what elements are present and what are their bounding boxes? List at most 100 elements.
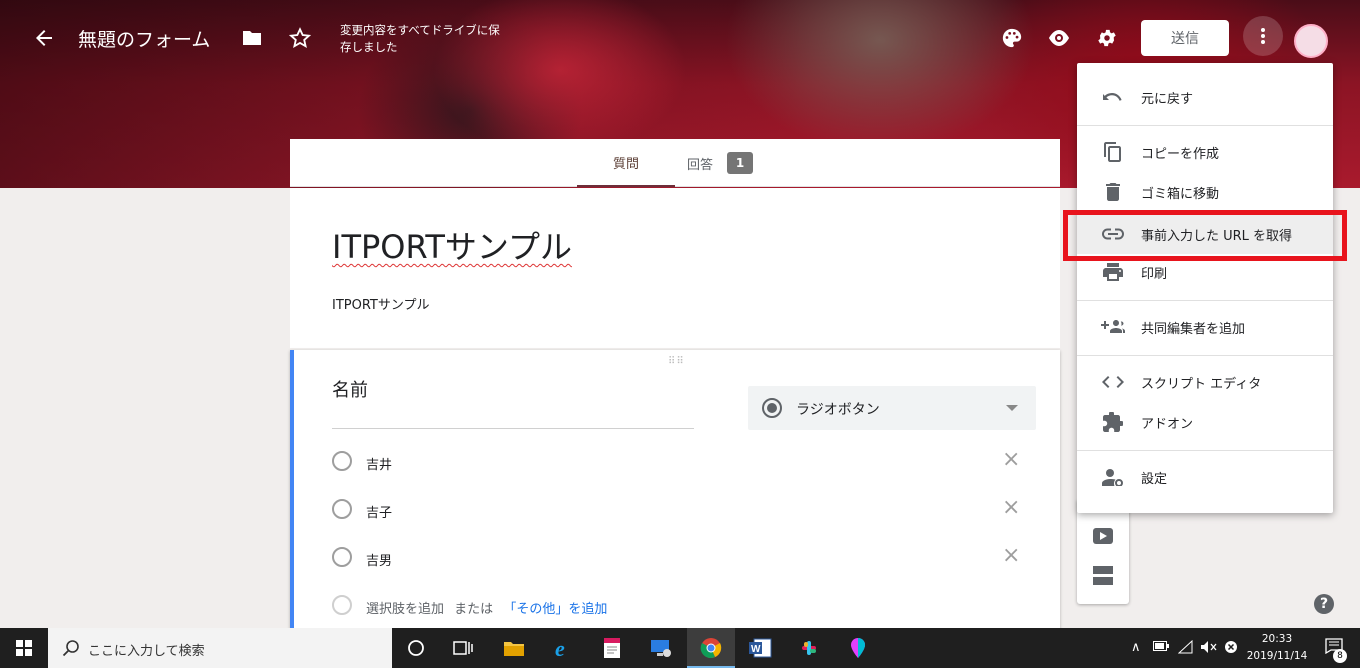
- form-title[interactable]: 無題のフォーム: [78, 25, 210, 52]
- clock-time[interactable]: 20:33: [1248, 633, 1306, 645]
- settings-gear-icon[interactable]: [1093, 24, 1121, 52]
- close-circle-icon[interactable]: [1224, 640, 1238, 658]
- question-title-underline: [332, 428, 694, 429]
- notes-app-icon[interactable]: [600, 636, 624, 660]
- menu-item-label: ゴミ箱に移動: [1141, 186, 1220, 202]
- save-status: 変更内容をすべてドライブに保存しました: [340, 23, 500, 54]
- avatar[interactable]: [1294, 24, 1328, 58]
- option-label[interactable]: 吉男: [366, 550, 392, 569]
- more-options-button[interactable]: [1243, 16, 1283, 56]
- volume-muted-icon[interactable]: [1200, 640, 1218, 658]
- menu-item-label: 共同編集者を追加: [1141, 321, 1246, 337]
- menu-divider: [1077, 125, 1333, 126]
- menu-divider: [1077, 355, 1333, 356]
- side-toolbar: [1077, 500, 1129, 604]
- menu-item-copy[interactable]: コピーを作成: [1077, 132, 1333, 172]
- question-type-select[interactable]: ラジオボタン: [748, 386, 1036, 430]
- menu-item-addons[interactable]: アドオン: [1077, 402, 1333, 442]
- option-row: 吉井 ×: [332, 449, 1032, 475]
- battery-icon[interactable]: [1153, 640, 1169, 655]
- back-arrow-icon[interactable]: [30, 24, 58, 52]
- remove-option-icon[interactable]: ×: [1002, 449, 1020, 471]
- question-type-label: ラジオボタン: [796, 402, 880, 418]
- or-text: または: [454, 602, 494, 617]
- star-icon[interactable]: [286, 24, 314, 52]
- windows-logo-icon: [16, 640, 32, 656]
- form-title-text: ITPORTサンプル: [332, 228, 572, 266]
- word-icon[interactable]: W: [748, 636, 772, 660]
- copy-icon: [1101, 140, 1125, 164]
- undo-icon: [1101, 85, 1125, 109]
- tab-questions[interactable]: 質問: [577, 139, 675, 187]
- code-icon: [1101, 370, 1125, 394]
- folder-icon[interactable]: [238, 24, 266, 52]
- radio-type-icon: [762, 398, 782, 418]
- annotation-highlight-box: [1063, 210, 1347, 261]
- help-icon[interactable]: ?: [1314, 594, 1334, 614]
- svg-text:W: W: [751, 644, 761, 655]
- file-explorer-icon[interactable]: [502, 636, 526, 660]
- palette-icon[interactable]: [998, 24, 1026, 52]
- chevron-up-icon[interactable]: ∧: [1131, 640, 1141, 655]
- form-description-field[interactable]: ITPORTサンプル: [332, 294, 430, 313]
- tab-questions-label: 質問: [612, 156, 639, 172]
- menu-item-label: アドオン: [1141, 416, 1194, 432]
- menu-divider: [1077, 300, 1333, 301]
- svg-text:e: e: [555, 637, 565, 659]
- menu-item-script-editor[interactable]: スクリプト エディタ: [1077, 362, 1333, 402]
- preview-eye-icon[interactable]: [1045, 24, 1073, 52]
- menu-divider: [1077, 450, 1333, 451]
- question-title-input[interactable]: 名前: [332, 376, 368, 402]
- maps-pin-icon[interactable]: [846, 636, 870, 660]
- add-video-icon[interactable]: [1093, 528, 1113, 544]
- puzzle-icon: [1101, 410, 1125, 434]
- slack-icon[interactable]: [797, 636, 821, 660]
- wifi-icon[interactable]: [1177, 639, 1194, 658]
- option-label[interactable]: 吉子: [366, 502, 392, 521]
- form-description-text: ITPORTサンプル: [332, 298, 430, 313]
- send-button[interactable]: 送信: [1141, 20, 1229, 56]
- add-other-link[interactable]: 「その他」を追加: [503, 602, 607, 617]
- menu-item-undo[interactable]: 元に戻す: [1077, 77, 1333, 117]
- trash-icon: [1101, 180, 1125, 204]
- option-row: 吉子 ×: [332, 497, 1032, 523]
- option-radio-icon: [332, 547, 352, 567]
- tab-responses[interactable]: 回答 1: [675, 139, 765, 187]
- print-icon: [1101, 260, 1125, 284]
- add-option-link[interactable]: 選択肢を追加: [366, 602, 444, 617]
- more-vert-icon: [1261, 28, 1265, 44]
- option-label[interactable]: 吉井: [366, 454, 392, 473]
- tab-responses-label: 回答: [686, 157, 713, 173]
- menu-item-label: コピーを作成: [1141, 146, 1220, 162]
- add-option-row: 選択肢を追加 または 「その他」を追加: [332, 595, 1032, 619]
- remote-desktop-icon[interactable]: [649, 636, 673, 660]
- internet-explorer-icon[interactable]: e: [552, 636, 576, 660]
- menu-item-trash[interactable]: ゴミ箱に移動: [1077, 172, 1333, 212]
- remove-option-icon[interactable]: ×: [1002, 545, 1020, 567]
- dropdown-caret-icon: [1006, 405, 1018, 411]
- option-row: 吉男 ×: [332, 545, 1032, 571]
- form-header-card: ITPORTサンプル ITPORTサンプル: [290, 188, 1060, 348]
- question-card[interactable]: ⠿⠿ 名前 ラジオボタン 吉井 × 吉子 × 吉男 × 選択肢を追加 または 「…: [290, 350, 1060, 640]
- chrome-icon[interactable]: [699, 636, 723, 660]
- add-option-line: 選択肢を追加 または 「その他」を追加: [366, 598, 607, 617]
- clock-date[interactable]: 2019/11/14: [1243, 650, 1311, 662]
- person-settings-icon: [1101, 465, 1125, 489]
- response-count-badge: 1: [727, 152, 753, 174]
- add-people-icon: [1101, 315, 1125, 339]
- task-view-icon[interactable]: [451, 636, 475, 660]
- start-button[interactable]: [0, 628, 48, 668]
- menu-item-settings[interactable]: 設定: [1077, 457, 1333, 497]
- drag-handle-icon[interactable]: ⠿⠿: [668, 356, 685, 367]
- search-icon: [62, 640, 79, 657]
- taskbar-search[interactable]: ここに入力して検索: [48, 628, 392, 668]
- remove-option-icon[interactable]: ×: [1002, 497, 1020, 519]
- form-title-field[interactable]: ITPORTサンプル: [332, 222, 572, 268]
- menu-item-add-collaborators[interactable]: 共同編集者を追加: [1077, 307, 1333, 347]
- add-section-icon[interactable]: [1093, 566, 1113, 586]
- cortana-icon[interactable]: [404, 636, 428, 660]
- tabs-bar: 質問 回答 1: [290, 139, 1060, 187]
- menu-item-label: 設定: [1141, 471, 1168, 487]
- menu-item-label: 印刷: [1141, 266, 1168, 282]
- search-placeholder: ここに入力して検索: [88, 644, 205, 659]
